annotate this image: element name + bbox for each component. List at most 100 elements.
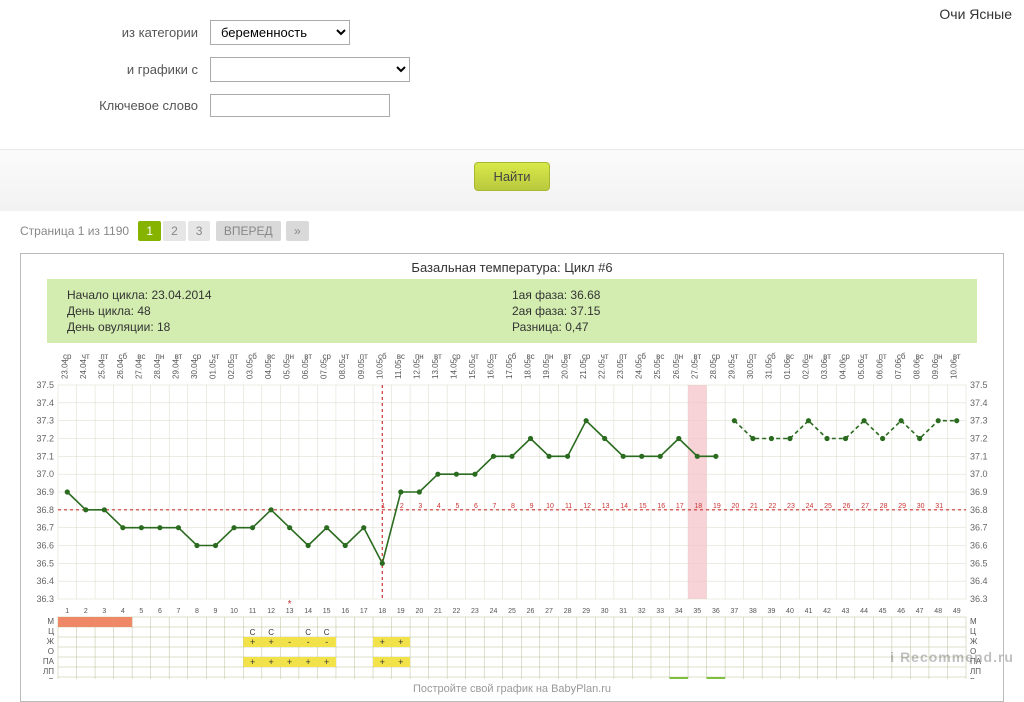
svg-text:30.04: 30.04: [190, 358, 199, 379]
graphs-label: и графики с: [20, 62, 210, 77]
chart-container: Базальная температура: Цикл #6 Начало ци…: [20, 253, 1004, 702]
svg-text:01.05: 01.05: [209, 358, 218, 379]
svg-text:С: С: [324, 628, 330, 637]
svg-text:44: 44: [860, 608, 868, 615]
svg-text:02.05: 02.05: [227, 358, 236, 379]
svg-text:Ц: Ц: [48, 627, 54, 636]
svg-text:36.8: 36.8: [970, 505, 988, 515]
svg-text:37.3: 37.3: [36, 416, 54, 426]
svg-text:36.5: 36.5: [970, 558, 988, 568]
svg-text:39: 39: [768, 608, 776, 615]
pager-page-1[interactable]: 1: [138, 221, 161, 241]
find-button[interactable]: Найти: [474, 162, 549, 191]
svg-text:37.3: 37.3: [970, 416, 988, 426]
svg-text:14: 14: [304, 608, 312, 615]
svg-text:8: 8: [195, 608, 199, 615]
svg-text:36.5: 36.5: [36, 558, 54, 568]
bbt-chart: 36.336.336.436.436.536.536.636.636.736.7…: [32, 349, 992, 679]
svg-text:36: 36: [712, 608, 720, 615]
pager-last[interactable]: »: [286, 221, 309, 241]
svg-text:9: 9: [530, 503, 534, 510]
svg-text:16: 16: [657, 503, 665, 510]
svg-text:8: 8: [511, 503, 515, 510]
svg-text:06.05: 06.05: [301, 358, 310, 379]
svg-text:35: 35: [693, 608, 701, 615]
svg-text:20: 20: [415, 608, 423, 615]
svg-text:24.04: 24.04: [79, 358, 88, 379]
svg-text:1: 1: [381, 503, 385, 510]
svg-text:03.05: 03.05: [246, 358, 255, 379]
svg-text:25: 25: [508, 608, 516, 615]
svg-text:05.06: 05.06: [857, 358, 866, 379]
pager-page-3[interactable]: 3: [188, 221, 211, 241]
svg-text:-: -: [307, 637, 310, 647]
chart-info-panel: Начало цикла: 23.04.2014День цикла: 48Де…: [47, 279, 977, 343]
svg-text:29: 29: [898, 503, 906, 510]
keyword-input[interactable]: [210, 94, 390, 117]
svg-text:26: 26: [527, 608, 535, 615]
svg-text:15: 15: [639, 503, 647, 510]
svg-text:11: 11: [249, 608, 256, 615]
svg-text:12: 12: [583, 503, 591, 510]
svg-text:37.0: 37.0: [36, 469, 54, 479]
svg-text:37.2: 37.2: [36, 434, 54, 444]
svg-text:30.05: 30.05: [746, 358, 755, 379]
svg-text:01.06: 01.06: [783, 358, 792, 379]
svg-text:29.04: 29.04: [171, 358, 180, 379]
svg-text:23.04: 23.04: [60, 358, 69, 379]
svg-text:36.9: 36.9: [970, 487, 988, 497]
svg-text:Б: Б: [970, 677, 975, 679]
svg-text:37.5: 37.5: [36, 380, 54, 390]
svg-text:07.06: 07.06: [894, 358, 903, 379]
svg-text:С: С: [250, 628, 256, 637]
svg-text:4: 4: [121, 608, 125, 615]
svg-text:36.3: 36.3: [36, 594, 54, 604]
svg-text:02.06: 02.06: [801, 358, 810, 379]
svg-text:36.8: 36.8: [36, 505, 54, 515]
svg-text:38: 38: [749, 608, 757, 615]
svg-text:3: 3: [418, 503, 422, 510]
svg-text:29: 29: [582, 608, 590, 615]
svg-text:6: 6: [474, 503, 478, 510]
pager-next[interactable]: ВПЕРЕД: [216, 221, 281, 241]
svg-text:46: 46: [897, 608, 905, 615]
svg-text:23: 23: [787, 503, 795, 510]
svg-text:08.06: 08.06: [913, 358, 922, 379]
svg-text:25.04: 25.04: [97, 358, 106, 379]
svg-text:14.05: 14.05: [449, 358, 458, 379]
svg-text:16.05: 16.05: [486, 358, 495, 379]
svg-text:3: 3: [102, 608, 106, 615]
svg-text:36.6: 36.6: [36, 541, 54, 551]
svg-text:6: 6: [158, 608, 162, 615]
filter-form: из категории беременность и графики с Кл…: [20, 10, 1004, 149]
svg-text:37.4: 37.4: [36, 398, 54, 408]
svg-text:2: 2: [400, 503, 404, 510]
watermark: i Recommend.ru: [890, 649, 1014, 665]
svg-text:37: 37: [730, 608, 738, 615]
svg-text:+: +: [324, 657, 329, 667]
svg-text:26.05: 26.05: [672, 358, 681, 379]
category-label: из категории: [20, 25, 210, 40]
svg-text:+: +: [398, 657, 403, 667]
svg-text:36.4: 36.4: [970, 576, 988, 586]
svg-text:24: 24: [490, 608, 498, 615]
svg-text:-: -: [325, 637, 328, 647]
svg-text:37.2: 37.2: [970, 434, 988, 444]
svg-text:Б: Б: [49, 677, 54, 679]
svg-text:15.05: 15.05: [468, 358, 477, 379]
svg-text:42: 42: [823, 608, 831, 615]
svg-text:19.05: 19.05: [542, 358, 551, 379]
graphs-select[interactable]: [210, 57, 410, 82]
svg-text:-: -: [714, 677, 717, 679]
category-select[interactable]: беременность: [210, 20, 350, 45]
svg-text:11.05: 11.05: [394, 359, 403, 379]
svg-text:24.05: 24.05: [635, 358, 644, 379]
svg-text:36.9: 36.9: [36, 487, 54, 497]
svg-text:37.0: 37.0: [970, 469, 988, 479]
svg-text:30: 30: [601, 608, 609, 615]
pager-page-2[interactable]: 2: [163, 221, 186, 241]
svg-text:21: 21: [434, 608, 442, 615]
svg-text:36.7: 36.7: [36, 523, 54, 533]
svg-text:О: О: [48, 647, 54, 656]
svg-text:34: 34: [675, 608, 683, 615]
